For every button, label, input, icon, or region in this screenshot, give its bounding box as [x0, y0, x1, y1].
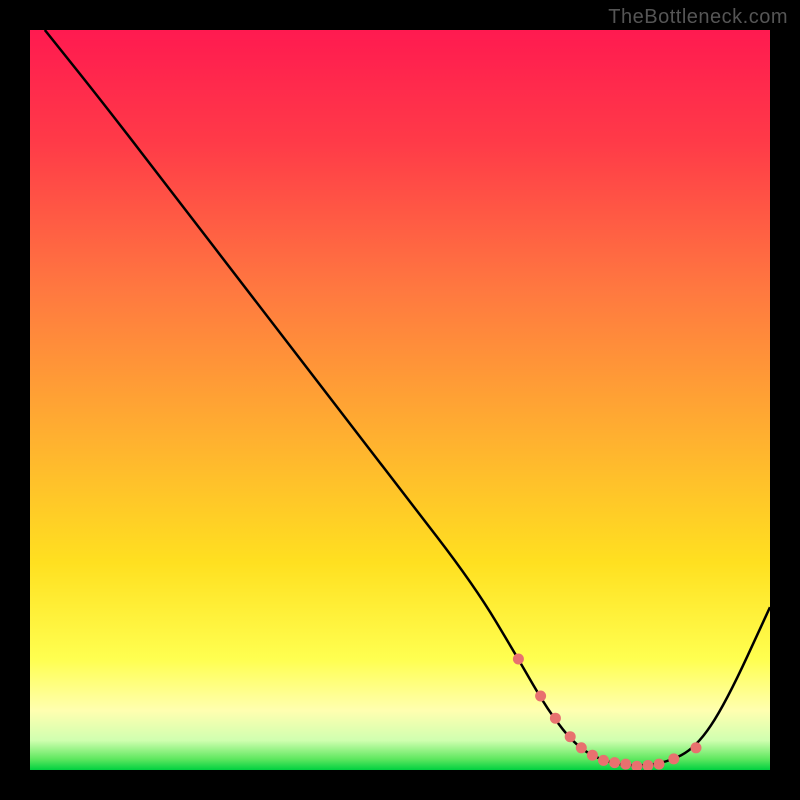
data-point [576, 742, 587, 753]
data-point [598, 755, 609, 766]
watermark: TheBottleneck.com [608, 6, 788, 29]
data-point [587, 750, 598, 761]
data-point [550, 713, 561, 724]
data-point [609, 757, 620, 768]
data-point [642, 760, 653, 770]
bottleneck-curve [45, 30, 770, 765]
data-point [513, 654, 524, 665]
data-point [620, 759, 631, 770]
data-point [668, 753, 679, 764]
data-point [535, 691, 546, 702]
data-point [691, 742, 702, 753]
data-point [565, 731, 576, 742]
data-point [654, 759, 665, 770]
chart-plot-area [30, 30, 770, 770]
data-points-group [513, 654, 702, 771]
curve-overlay [30, 30, 770, 770]
data-point [631, 761, 642, 770]
